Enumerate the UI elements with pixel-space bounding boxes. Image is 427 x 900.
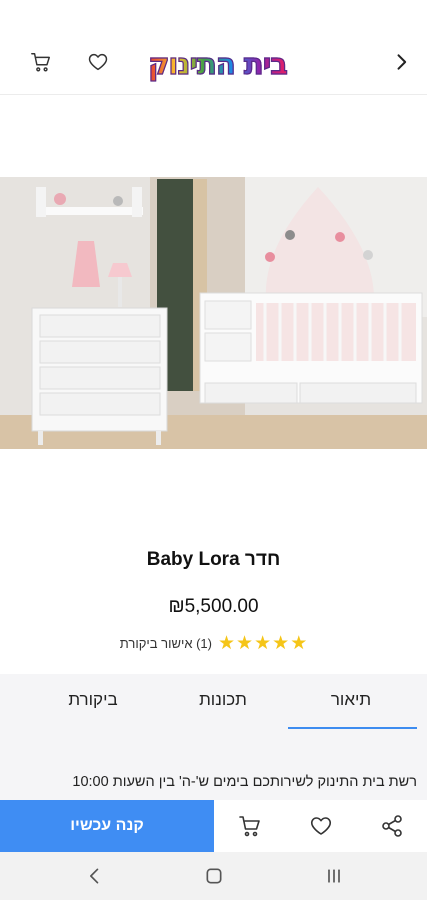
tab-reviews[interactable]: ביקורת	[28, 690, 158, 710]
star-icon: ★	[272, 633, 290, 654]
system-back-button[interactable]	[83, 864, 107, 888]
system-home-button[interactable]	[202, 864, 226, 888]
cart-button[interactable]	[27, 48, 55, 76]
share-button[interactable]	[379, 813, 405, 839]
share-icon	[382, 815, 402, 837]
app-header: בית התינוק	[0, 0, 427, 95]
cart-icon	[239, 816, 260, 837]
tab-description[interactable]: תיאור	[286, 690, 416, 710]
product-title: חדר Baby Lora	[146, 549, 281, 570]
chevron-right-icon	[397, 54, 407, 70]
product-rating[interactable]: ★ ★ ★ ★ ★ (1) אישור ביקורת	[0, 634, 427, 653]
product-image[interactable]	[0, 177, 427, 449]
product-price: ₪5,500.00	[168, 596, 259, 617]
active-tab-indicator	[288, 727, 417, 729]
add-to-wishlist-button[interactable]	[308, 813, 334, 839]
system-recents-button[interactable]	[322, 864, 346, 888]
chevron-left-icon	[90, 868, 99, 884]
product-description: רשת בית התינוק לשירותכם בימים ש'-ה' בין …	[72, 774, 417, 790]
cart-icon	[31, 53, 50, 72]
product-tabs: תיאור תכונות ביקורת רשת בית התינוק לשירו…	[0, 674, 427, 800]
heart-icon	[88, 53, 108, 71]
bottom-action-bar: קנה עכשיו	[0, 800, 427, 852]
home-square-icon	[206, 868, 222, 884]
star-icon: ★	[236, 633, 254, 654]
star-icon: ★	[254, 633, 272, 654]
buy-now-button[interactable]: קנה עכשיו	[0, 800, 214, 852]
system-nav-bar	[0, 852, 427, 900]
tab-features[interactable]: תכונות	[158, 690, 288, 710]
back-button[interactable]	[387, 48, 415, 76]
reviews-link[interactable]: (1) אישור ביקורת	[120, 636, 212, 651]
star-icon: ★	[218, 633, 236, 654]
rating-stars: ★ ★ ★ ★ ★	[218, 634, 307, 653]
logo-text: בית התינוק	[147, 46, 288, 81]
wishlist-button[interactable]	[84, 48, 112, 76]
store-logo[interactable]: בית התינוק	[140, 44, 295, 84]
add-to-cart-button[interactable]	[237, 813, 263, 839]
recents-icon	[328, 869, 340, 883]
star-icon: ★	[290, 633, 308, 654]
heart-icon	[310, 817, 332, 835]
